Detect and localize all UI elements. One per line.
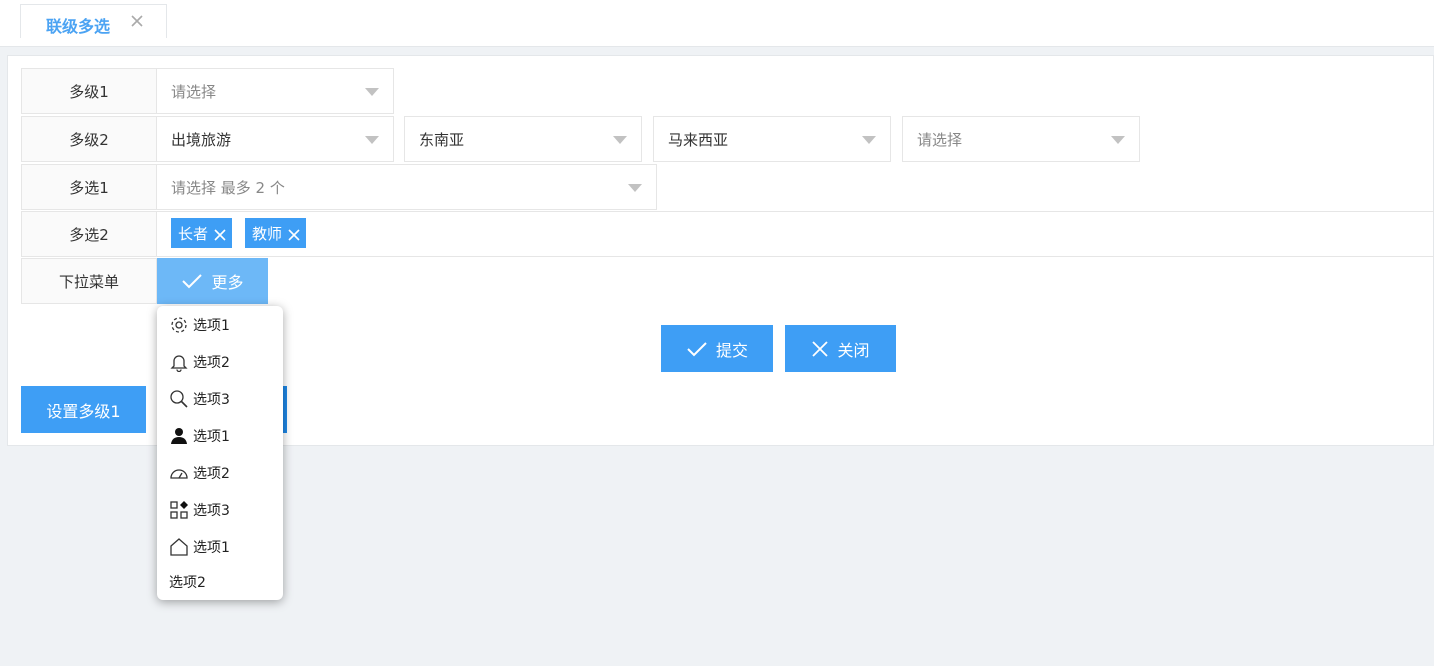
tag-label: 长者	[178, 224, 209, 243]
tab-label: 联级多选	[46, 17, 111, 36]
form-row-multi2: 多选2 长者 教师	[21, 211, 1434, 257]
menu-item-label: 选项2	[193, 355, 230, 371]
menu-item[interactable]: 选项1	[169, 423, 230, 449]
level2-select-4[interactable]: 请选择	[902, 116, 1140, 162]
row-label: 多选1	[21, 164, 157, 210]
caret-down-icon	[862, 136, 876, 144]
form-row-level2: 多级2 出境旅游 东南亚 马来西亚 请选择	[21, 116, 1141, 162]
gear-icon	[169, 315, 189, 335]
tag-chip: 教师	[245, 218, 307, 248]
dashboard-icon	[169, 463, 189, 483]
menu-item[interactable]: 选项3	[169, 497, 230, 523]
select-value: 请选择	[917, 130, 963, 149]
row-label: 多选2	[21, 211, 157, 257]
button-label: 关闭	[837, 340, 870, 360]
submit-button[interactable]: 提交	[661, 325, 773, 372]
level2-select-2[interactable]: 东南亚	[404, 116, 642, 162]
menu-item-label: 选项1	[193, 429, 230, 445]
select-value: 请选择	[171, 82, 217, 101]
row-label: 多级2	[21, 116, 157, 162]
check-icon	[182, 274, 203, 289]
tag-label: 教师	[252, 224, 283, 243]
tag-chip: 长者	[171, 218, 233, 248]
form-row-dropdown: 下拉菜单	[21, 258, 157, 304]
menu-item-label: 选项1	[193, 318, 230, 334]
multi2-select[interactable]	[156, 211, 1434, 257]
select-value: 出境旅游	[171, 130, 232, 149]
check-icon	[687, 341, 707, 356]
close-icon[interactable]	[288, 227, 300, 241]
tab-cascade-multiselect[interactable]: 联级多选	[20, 4, 167, 38]
caret-down-icon	[613, 136, 627, 144]
menu-item[interactable]: 选项2	[169, 569, 206, 595]
close-icon[interactable]	[214, 227, 226, 241]
caret-down-icon	[365, 136, 379, 144]
select-value: 请选择 最多 2 个	[171, 178, 285, 197]
menu-item[interactable]: 选项3	[169, 386, 230, 412]
button-label: 提交	[715, 340, 748, 360]
close-icon[interactable]	[129, 11, 147, 31]
apps-icon	[169, 500, 189, 520]
close-icon	[812, 340, 829, 357]
menu-item-label: 选项3	[193, 392, 230, 408]
row-label: 多级1	[21, 68, 157, 114]
home-icon	[169, 537, 189, 557]
more-dropdown-button[interactable]: 更多	[157, 258, 268, 304]
caret-down-icon	[365, 88, 379, 96]
multi1-select[interactable]: 请选择 最多 2 个	[156, 164, 657, 210]
menu-item[interactable]: 选项1	[169, 534, 230, 560]
bell-icon	[169, 352, 189, 372]
menu-item-label: 选项1	[193, 540, 230, 556]
tab-bar: 联级多选	[0, 0, 1434, 47]
button-label: 更多	[211, 273, 244, 292]
level1-select[interactable]: 请选择	[156, 68, 394, 114]
menu-item[interactable]: 选项1	[169, 312, 230, 338]
close-button[interactable]: 关闭	[785, 325, 896, 372]
button-label: 设置多级1	[46, 401, 121, 421]
row-label: 下拉菜单	[21, 258, 157, 304]
search-icon	[169, 389, 189, 409]
select-value: 马来西亚	[668, 130, 729, 149]
select-value: 东南亚	[419, 130, 465, 149]
menu-item-label: 选项2	[193, 466, 230, 482]
form-row-level1: 多级1 请选择	[21, 68, 394, 114]
level2-select-3[interactable]: 马来西亚	[653, 116, 891, 162]
caret-down-icon	[628, 184, 642, 192]
form-row-multi1: 多选1 请选择 最多 2 个	[21, 164, 657, 210]
menu-item-label: 选项3	[193, 503, 230, 519]
menu-item[interactable]: 选项2	[169, 349, 230, 375]
set-level1-button[interactable]: 设置多级1	[21, 386, 146, 433]
level2-select-1[interactable]: 出境旅游	[156, 116, 394, 162]
menu-item[interactable]: 选项2	[169, 460, 230, 486]
menu-item-label: 选项2	[169, 575, 206, 591]
user-icon	[169, 426, 189, 446]
dropdown-menu: 选项1 选项2 选项3 选项1 选项2 选项3 选项1 选项2	[157, 306, 283, 600]
caret-down-icon	[1111, 136, 1125, 144]
